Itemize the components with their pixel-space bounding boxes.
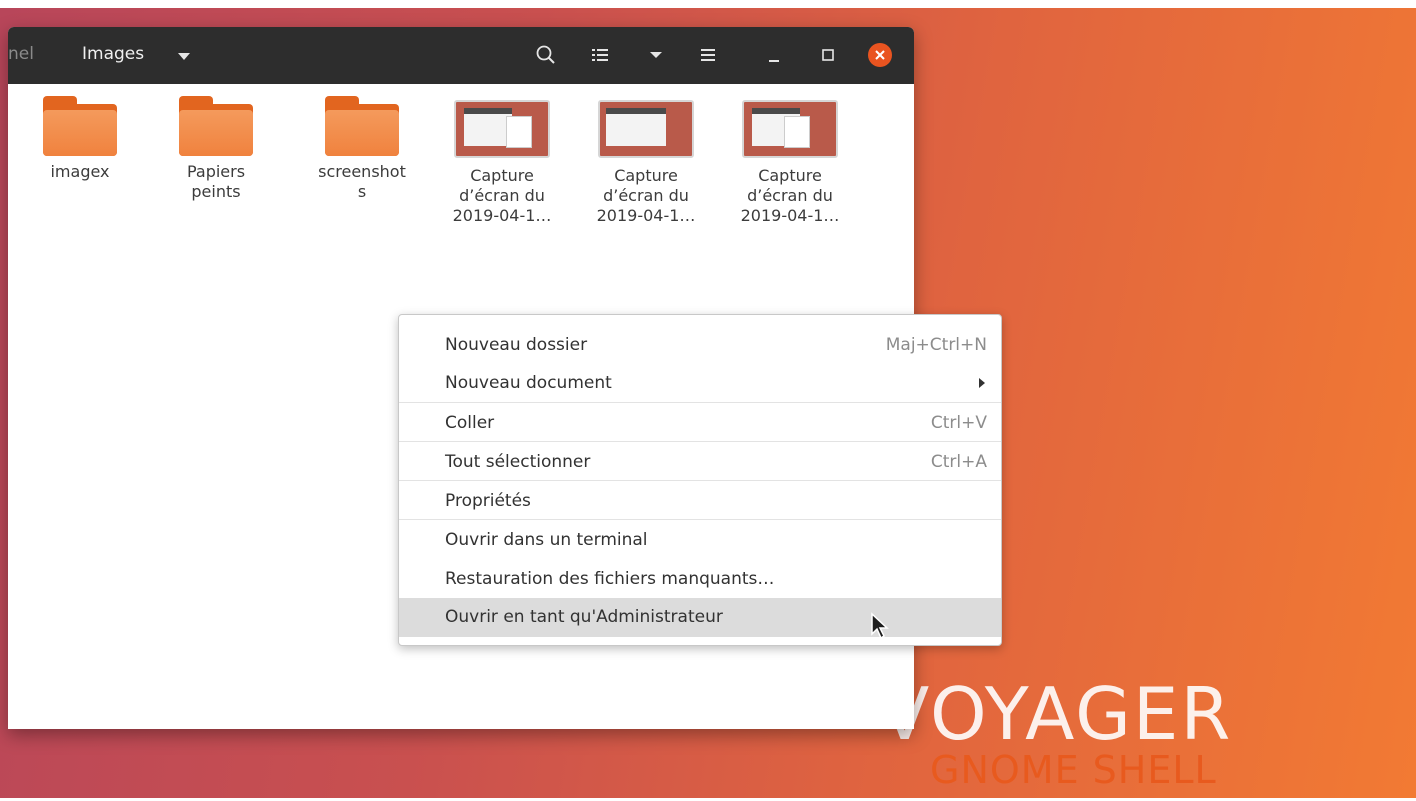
menu-item-label: Propriétés — [445, 491, 531, 511]
menu-separator — [399, 519, 1001, 520]
maximize-icon[interactable] — [814, 41, 842, 69]
headerbar: nel Images — [8, 27, 914, 84]
folder-icon — [325, 96, 399, 156]
menu-item-restore-files[interactable]: Restauration des fichiers manquants… — [399, 560, 1001, 599]
file-item-folder[interactable]: screenshot s — [302, 96, 422, 202]
image-thumbnail — [598, 100, 694, 158]
menu-item-select-all[interactable]: Tout sélectionner Ctrl+A — [399, 443, 1001, 482]
menu-item-label: Tout sélectionner — [445, 452, 591, 472]
file-label: Capture d’écran du 2019-04-1… — [596, 166, 696, 225]
file-label: Capture d’écran du 2019-04-1… — [740, 166, 840, 225]
menu-item-new-document[interactable]: Nouveau document — [399, 364, 1001, 403]
file-item-folder[interactable]: imagex — [20, 96, 140, 182]
brand-subtitle: GNOME SHELL — [930, 748, 1217, 792]
menu-item-new-folder[interactable]: Nouveau dossier Maj+Ctrl+N — [399, 326, 1001, 365]
menu-separator — [399, 441, 1001, 442]
wallpaper-brand: VOYAGER GNOME SHELL — [880, 672, 1233, 792]
search-icon[interactable] — [532, 41, 560, 69]
list-view-icon[interactable] — [586, 41, 614, 69]
breadcrumb-dropdown-icon[interactable] — [178, 53, 190, 60]
hamburger-menu-icon[interactable] — [694, 41, 722, 69]
menu-item-shortcut: Ctrl+V — [930, 413, 987, 433]
file-item-image[interactable]: Capture d’écran du 2019-04-1… — [442, 94, 562, 226]
file-label: Capture d’écran du 2019-04-1… — [452, 166, 552, 225]
close-icon — [875, 50, 885, 60]
menu-item-properties[interactable]: Propriétés — [399, 482, 1001, 521]
menu-item-label: Nouveau dossier — [445, 335, 588, 355]
submenu-arrow-icon — [979, 378, 985, 388]
mouse-pointer-icon — [871, 612, 889, 640]
file-label: screenshot s — [318, 162, 406, 201]
menu-separator — [399, 480, 1001, 481]
menu-separator — [399, 402, 1001, 403]
menu-item-open-terminal[interactable]: Ouvrir dans un terminal — [399, 521, 1001, 560]
menu-item-label: Ouvrir dans un terminal — [445, 530, 648, 550]
menu-item-label: Nouveau document — [445, 373, 612, 393]
brand-title: VOYAGER — [880, 672, 1233, 756]
image-thumbnail — [742, 100, 838, 158]
desktop-top-edge — [0, 0, 1416, 8]
file-item-image[interactable]: Capture d’écran du 2019-04-1… — [586, 94, 706, 226]
image-thumbnail — [454, 100, 550, 158]
file-label: imagex — [50, 162, 110, 181]
menu-item-shortcut: Ctrl+A — [930, 452, 987, 472]
menu-item-open-as-admin[interactable]: Ouvrir en tant qu'Administrateur — [399, 598, 1001, 637]
menu-item-label: Ouvrir en tant qu'Administrateur — [445, 607, 723, 627]
view-options-chevron-icon[interactable] — [642, 41, 670, 69]
menu-item-shortcut: Maj+Ctrl+N — [885, 335, 987, 355]
close-button[interactable] — [868, 43, 892, 67]
menu-item-paste[interactable]: Coller Ctrl+V — [399, 404, 1001, 443]
menu-item-label: Restauration des fichiers manquants… — [445, 569, 775, 589]
folder-icon — [43, 96, 117, 156]
file-item-image[interactable]: Capture d’écran du 2019-04-1… — [730, 94, 850, 226]
menu-item-label: Coller — [445, 413, 495, 433]
file-label: Papiers peints — [186, 162, 246, 201]
breadcrumb-previous[interactable]: nel — [8, 44, 34, 64]
minimize-icon[interactable] — [760, 41, 788, 69]
context-menu: Nouveau dossier Maj+Ctrl+N Nouveau docum… — [398, 314, 1002, 646]
folder-icon — [179, 96, 253, 156]
breadcrumb-current[interactable]: Images — [82, 44, 144, 64]
file-item-folder[interactable]: Papiers peints — [156, 96, 276, 202]
